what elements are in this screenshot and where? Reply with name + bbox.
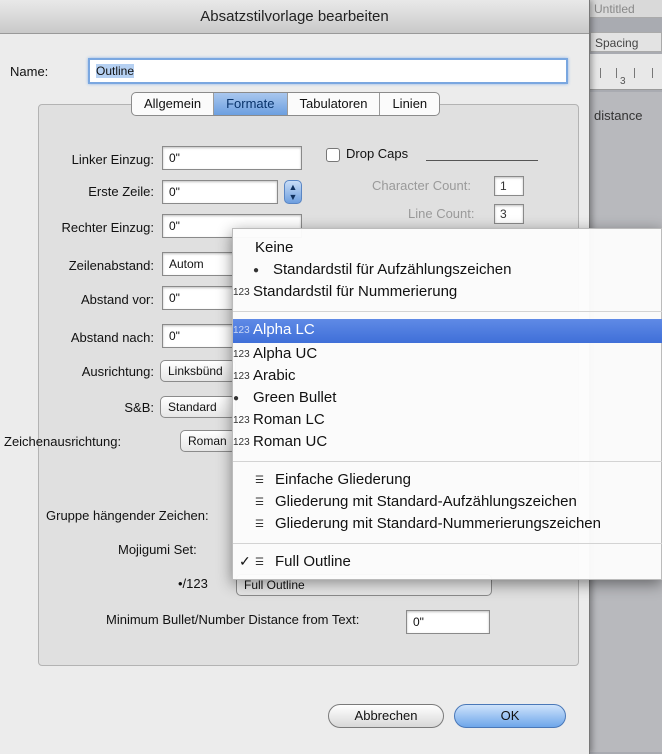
menu-item-label: Roman UC: [253, 433, 328, 450]
menu-item-einfache-gliederung[interactable]: ☰ Einfache Gliederung: [233, 469, 662, 493]
ausrichtung-popup[interactable]: Linksbünd: [160, 360, 236, 382]
name-label: Name:: [10, 64, 49, 79]
numbering-icon: 123: [233, 436, 250, 448]
line-count-input[interactable]: 3: [494, 204, 524, 224]
background-doc-tab[interactable]: Untitled: [590, 0, 662, 18]
cancel-button[interactable]: Abbrechen: [328, 704, 444, 728]
numbering-icon: 123: [233, 370, 250, 382]
erste-zeile-stepper[interactable]: ▲ ▼: [284, 180, 302, 204]
menu-item-label: Full Outline: [275, 553, 351, 570]
menu-item-label: Green Bullet: [253, 389, 337, 406]
outline-icon: ☰: [255, 518, 264, 530]
erste-zeile-label: Erste Zeile:: [88, 184, 154, 199]
menu-item-label: Keine: [255, 239, 294, 256]
menu-item-label: Standardstil für Aufzählungszeichen: [273, 261, 512, 278]
abstand-nach-label: Abstand nach:: [70, 330, 154, 345]
menu-item-gliederung-nummerierung[interactable]: ☰ Gliederung mit Standard-Nummerierungsze…: [233, 513, 662, 537]
outline-icon: ☰: [255, 556, 264, 568]
min-distance-input[interactable]: 0": [406, 610, 490, 634]
drop-caps-label: Drop Caps: [346, 146, 409, 161]
ruler-number: 3: [620, 76, 626, 87]
abstand-nach-input[interactable]: 0": [162, 324, 234, 348]
background-distance-label: distance: [594, 108, 643, 123]
zeilenabstand-label: Zeilenabstand:: [68, 258, 154, 273]
character-count-input[interactable]: 1: [494, 176, 524, 196]
ruler: 3: [590, 54, 662, 90]
bullet-style-menu: Keine ● Standardstil für Aufzählungszeich…: [232, 228, 662, 580]
menu-item-label: Arabic: [253, 367, 296, 384]
rechter-einzug-label: Rechter Einzug:: [61, 220, 155, 235]
gruppe-haengender-zeichen-label: Gruppe hängender Zeichen:: [46, 508, 209, 523]
numbering-icon: 123: [233, 348, 250, 360]
menu-separator: [233, 461, 662, 462]
zeilenabstand-input[interactable]: Autom: [162, 252, 234, 276]
background-spacing-label: Spacing: [590, 32, 662, 52]
bullet-icon: ●: [233, 392, 240, 404]
menu-item-standard-bullet[interactable]: ● Standardstil für Aufzählungszeichen: [233, 259, 662, 283]
menu-item-roman-uc[interactable]: 123 Roman UC: [233, 431, 662, 455]
bullet-number-value: Full Outline: [244, 578, 305, 592]
outline-icon: ☰: [255, 496, 264, 508]
menu-item-alpha-uc[interactable]: 123 Alpha UC: [233, 343, 662, 367]
ausrichtung-label: Ausrichtung:: [81, 364, 154, 379]
name-input[interactable]: Outline: [88, 58, 568, 84]
sb-label: S&B:: [124, 400, 154, 415]
abstand-vor-label: Abstand vor:: [81, 292, 154, 307]
tab-formate[interactable]: Formate: [214, 93, 288, 115]
tab-allgemein[interactable]: Allgemein: [132, 93, 215, 115]
numbering-icon: 123: [233, 286, 250, 298]
tab-tabulatoren[interactable]: Tabulatoren: [288, 93, 381, 115]
menu-item-label: Gliederung mit Standard-Aufzählungszeich…: [275, 493, 577, 510]
drop-caps-checkbox[interactable]: [326, 148, 340, 162]
menu-item-keine[interactable]: Keine: [233, 237, 662, 261]
menu-item-label: Gliederung mit Standard-Nummerierungszei…: [275, 515, 601, 532]
bullet-number-label: •/123: [178, 576, 208, 591]
min-distance-label: Minimum Bullet/Number Distance from Text…: [106, 612, 360, 627]
linker-einzug-input[interactable]: 0": [162, 146, 302, 170]
line-count-label: Line Count:: [408, 206, 475, 221]
menu-item-label: Alpha UC: [253, 345, 318, 362]
menu-item-full-outline[interactable]: ✓ ☰ Full Outline: [233, 551, 662, 575]
menu-item-label: Einfache Gliederung: [275, 471, 411, 488]
abstand-vor-input[interactable]: 0": [162, 286, 234, 310]
sb-popup[interactable]: Standard: [160, 396, 236, 418]
ok-button[interactable]: OK: [454, 704, 566, 728]
drop-caps-divider: [426, 160, 538, 161]
character-count-label: Character Count:: [372, 178, 471, 193]
tab-linien[interactable]: Linien: [380, 93, 439, 115]
menu-item-gliederung-aufzaehlung[interactable]: ☰ Gliederung mit Standard-Aufzählungszeic…: [233, 491, 662, 515]
zeichenausrichtung-popup[interactable]: Roman: [180, 430, 236, 452]
menu-separator: [233, 311, 662, 312]
name-value: Outline: [96, 64, 135, 78]
outline-icon: ☰: [255, 474, 264, 486]
menu-item-label: Standardstil für Nummerierung: [253, 283, 458, 300]
window-title: Absatzstilvorlage bearbeiten: [0, 0, 589, 34]
checkmark-icon: ✓: [239, 553, 251, 569]
menu-item-roman-lc[interactable]: 123 Roman LC: [233, 409, 662, 433]
menu-item-label: Roman LC: [253, 411, 325, 428]
numbering-icon: 123: [233, 414, 250, 426]
tab-bar: Allgemein Formate Tabulatoren Linien: [131, 92, 441, 116]
menu-item-green-bullet[interactable]: ● Green Bullet: [233, 387, 662, 411]
menu-item-standard-number[interactable]: 123 Standardstil für Nummerierung: [233, 281, 662, 305]
mojigumi-set-label: Mojigumi Set:: [118, 542, 197, 557]
linker-einzug-label: Linker Einzug:: [71, 152, 154, 167]
menu-separator: [233, 543, 662, 544]
menu-item-label: Alpha LC: [253, 321, 315, 338]
bullet-icon: ●: [253, 264, 260, 276]
menu-item-arabic[interactable]: 123 Arabic: [233, 365, 662, 389]
menu-item-alpha-lc[interactable]: 123 Alpha LC: [233, 319, 662, 343]
numbering-icon: 123: [233, 324, 250, 336]
erste-zeile-input[interactable]: 0": [162, 180, 278, 204]
zeichenausrichtung-label: Zeichenausrichtung:: [4, 434, 122, 449]
